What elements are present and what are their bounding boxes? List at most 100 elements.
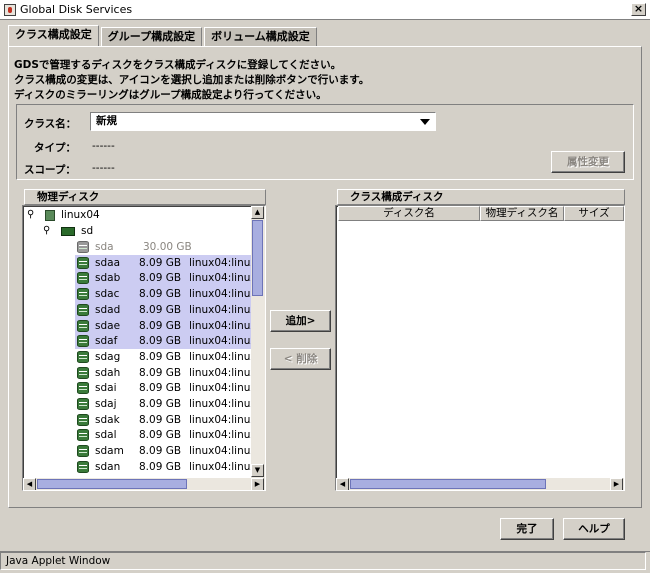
disk-row[interactable]: sdae 8.09 GB linux04:linux0: [75, 317, 263, 334]
remove-button[interactable]: < 削除: [270, 348, 331, 370]
horizontal-scrollbar[interactable]: ◀ ▶: [23, 478, 265, 490]
type-label: タイプ：: [34, 142, 76, 154]
disk-row[interactable]: sdac 8.09 GB linux04:linux0: [75, 286, 263, 303]
scroll-up-icon[interactable]: ▲: [251, 206, 264, 219]
physical-disk-tree: ⚲ linux04 ⚲ sd sda 30.00 GB sdaa 8.09 GB lin…: [22, 205, 266, 491]
disk-name: sdam: [95, 445, 124, 458]
horizontal-scrollbar[interactable]: ◀ ▶: [336, 478, 624, 490]
help-button[interactable]: ヘルプ: [563, 518, 625, 540]
server-icon: [45, 210, 55, 221]
group-label: sd: [81, 225, 94, 237]
status-text: Java Applet Window: [6, 555, 111, 567]
disk-icon: [77, 272, 89, 285]
disk-size: 8.09 GB: [139, 319, 182, 332]
disk-icon: [77, 460, 89, 473]
tab-group-config[interactable]: グループ構成設定: [100, 27, 203, 46]
tab-bar: クラス構成設定 グループ構成設定 ボリューム構成設定: [8, 25, 319, 46]
host-label: linux04: [61, 209, 100, 221]
scroll-right-icon[interactable]: ▶: [610, 478, 623, 490]
disk-row[interactable]: sdab 8.09 GB linux04:linux0: [75, 270, 263, 287]
disk-name: sdaf: [95, 335, 118, 348]
disk-size: 8.09 GB: [139, 335, 182, 348]
disk-icon: [77, 335, 89, 348]
disk-name: sdad: [95, 303, 121, 316]
disk-size: 8.09 GB: [139, 366, 182, 379]
disk-size: 8.09 GB: [139, 272, 182, 285]
disk-size: 8.09 GB: [139, 256, 182, 269]
disk-row[interactable]: sdad 8.09 GB linux04:linux0: [75, 301, 263, 318]
attribute-change-button[interactable]: 属性変更: [551, 151, 625, 173]
disk-name: sdac: [95, 288, 120, 301]
description: GDSで管理するディスクをクラス構成ディスクに登録してください。 クラス構成の変…: [14, 58, 369, 103]
disk-name: sdaa: [95, 256, 121, 269]
disk-size: 8.09 GB: [139, 382, 182, 395]
disk-row[interactable]: sdai 8.09 GB linux04:linux0: [75, 380, 263, 396]
disk-name: sdah: [95, 366, 121, 379]
disk-icon: [77, 366, 89, 379]
disk-icon: [77, 413, 89, 426]
physical-disk-header: 物理ディスク: [24, 189, 266, 205]
disk-row[interactable]: sdaf 8.09 GB linux04:linux0: [75, 333, 263, 350]
disk-size: 8.09 GB: [139, 288, 182, 301]
add-button[interactable]: 追加>: [270, 310, 331, 332]
disk-name: sdae: [95, 319, 121, 332]
class-name-value: 新規: [96, 115, 117, 127]
description-line: GDSで管理するディスクをクラス構成ディスクに登録してください。: [14, 59, 342, 71]
disk-name: sdag: [95, 350, 121, 363]
vertical-scrollbar[interactable]: ▲ ▼: [251, 206, 265, 478]
class-name-select[interactable]: 新規: [90, 112, 436, 131]
disk-row[interactable]: sda 30.00 GB: [75, 239, 251, 255]
scope-label: スコープ：: [24, 164, 76, 176]
disk-icon: [77, 319, 89, 332]
disk-row[interactable]: sdag 8.09 GB linux04:linux0: [75, 349, 263, 365]
disk-row[interactable]: sdal 8.09 GB linux04:linux0: [75, 427, 263, 443]
status-bar: Java Applet Window: [0, 551, 650, 573]
disk-icon: [77, 382, 89, 395]
disk-size: 8.09 GB: [139, 460, 182, 473]
disk-icon: [77, 241, 89, 253]
class-disk-table: ディスク名 物理ディスク名 サイズ ◀ ▶: [335, 205, 625, 491]
disk-size: 8.09 GB: [139, 398, 182, 410]
disk-size: 8.09 GB: [139, 413, 182, 426]
column-header-size[interactable]: サイズ: [564, 206, 624, 221]
chevron-down-icon[interactable]: [420, 119, 430, 125]
column-header-disk-name[interactable]: ディスク名: [338, 206, 480, 221]
disk-name: sdal: [95, 429, 117, 442]
scroll-thumb[interactable]: [37, 479, 187, 489]
disk-row[interactable]: sdah 8.09 GB linux04:linux0: [75, 365, 263, 381]
scroll-right-icon[interactable]: ▶: [251, 478, 264, 490]
disk-name: sda: [95, 241, 114, 253]
expander-icon[interactable]: ⚲: [43, 223, 50, 239]
disk-icon: [77, 303, 89, 316]
disk-row[interactable]: sdaa 8.09 GB linux04:linux0: [75, 254, 263, 271]
class-disk-header: クラス構成ディスク: [337, 189, 625, 205]
tab-class-config[interactable]: クラス構成設定: [8, 25, 99, 46]
scroll-thumb[interactable]: [252, 220, 263, 296]
scroll-down-icon[interactable]: ▼: [251, 464, 264, 477]
disk-size: 8.09 GB: [139, 350, 182, 363]
java-cup-icon: [4, 3, 16, 16]
class-name-label: クラス名：: [24, 118, 77, 130]
disk-row[interactable]: sdan 8.09 GB linux04:linux0: [75, 459, 263, 475]
disk-name: sdab: [95, 272, 121, 285]
description-line: クラス構成の変更は、アイコンを選択し追加または削除ボタンで行います。: [14, 74, 370, 86]
disk-row[interactable]: sdam 8.09 GB linux04:linux: [75, 443, 257, 459]
controller-icon: [61, 227, 75, 236]
disk-name: sdai: [95, 382, 117, 395]
scroll-left-icon[interactable]: ◀: [336, 478, 349, 490]
close-button[interactable]: ×: [631, 3, 646, 16]
column-header-physical-disk[interactable]: 物理ディスク名: [480, 206, 564, 221]
scroll-left-icon[interactable]: ◀: [23, 478, 36, 490]
scroll-thumb[interactable]: [350, 479, 546, 489]
window-title: Global Disk Services: [20, 3, 133, 16]
title-bar: Global Disk Services ×: [0, 0, 650, 20]
tab-volume-config[interactable]: ボリューム構成設定: [204, 27, 317, 46]
disk-row[interactable]: sdaj 8.09 GB linux04:linux0: [75, 396, 263, 412]
disk-icon: [77, 256, 89, 269]
disk-row[interactable]: sdak 8.09 GB linux04:linux0: [75, 412, 263, 428]
disk-size: 8.09 GB: [139, 303, 182, 316]
disk-name: sdaj: [95, 398, 117, 410]
finish-button[interactable]: 完了: [500, 518, 554, 540]
expander-icon[interactable]: ⚲: [27, 207, 34, 223]
disk-size: 8.09 GB: [139, 445, 182, 458]
